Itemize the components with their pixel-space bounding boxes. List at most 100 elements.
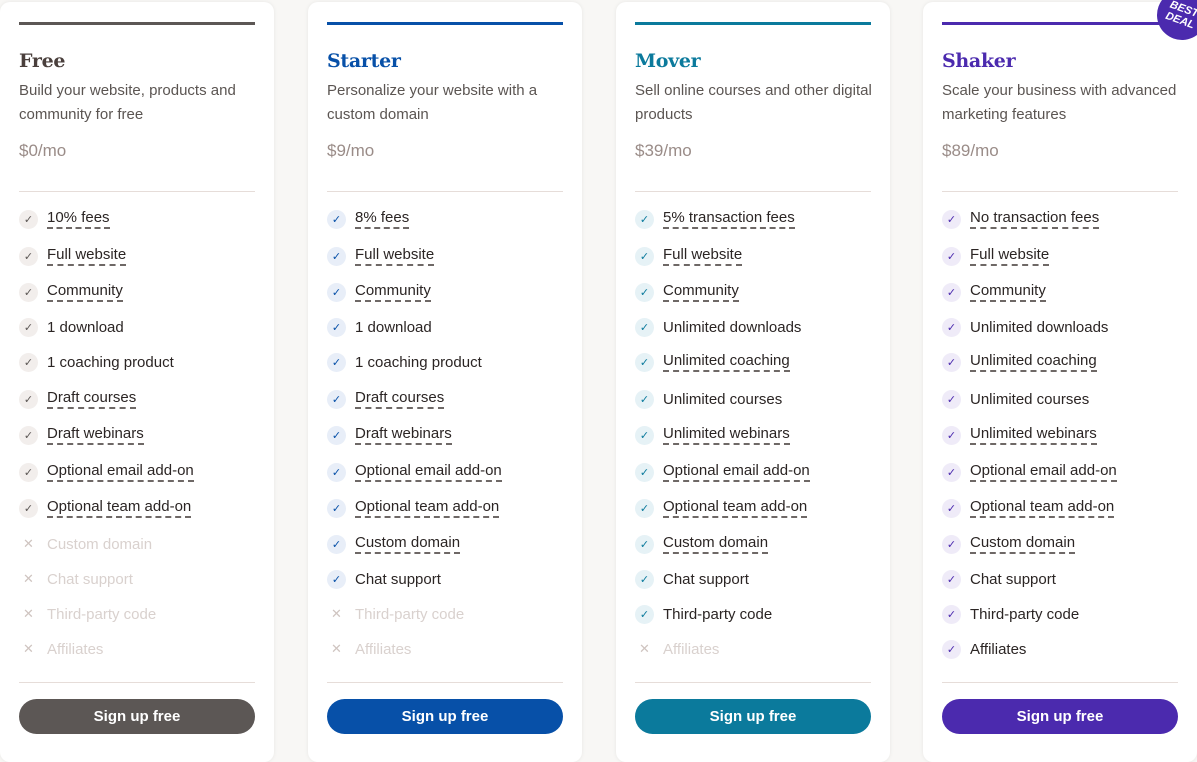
feature-item[interactable]: ✓ Full website: [19, 243, 127, 269]
check-icon: ✓: [942, 604, 961, 624]
feature-item[interactable]: ✓ Draft courses: [19, 386, 137, 412]
feature-tooltip-label[interactable]: Optional team add-on: [355, 498, 500, 518]
feature-tooltip-label[interactable]: Draft webinars: [355, 425, 452, 445]
feature-label: Third-party code: [970, 605, 1080, 623]
feature-item: ✓ Unlimited courses: [635, 386, 782, 412]
feature-tooltip-label[interactable]: 10% fees: [47, 209, 110, 229]
check-icon: ✓: [19, 209, 38, 229]
feature-item[interactable]: ✓ Full website: [327, 243, 435, 269]
feature-item: ✓ Chat support: [327, 566, 441, 592]
feature-item[interactable]: ✓ Unlimited webinars: [942, 422, 1097, 448]
feature-tooltip-label[interactable]: Unlimited webinars: [663, 425, 790, 445]
feature-item[interactable]: ✓ Custom domain: [942, 531, 1076, 557]
feature-tooltip-label[interactable]: Community: [355, 282, 431, 302]
feature-item[interactable]: ✓ Optional email add-on: [19, 459, 194, 485]
check-icon: ✓: [942, 389, 961, 409]
feature-item[interactable]: ✓ Draft webinars: [19, 422, 144, 448]
feature-item[interactable]: ✓ Optional email add-on: [942, 459, 1117, 485]
sign-up-button[interactable]: Sign up free: [942, 699, 1178, 734]
feature-tooltip-label[interactable]: Optional email add-on: [355, 462, 502, 482]
feature-tooltip-label[interactable]: Full website: [663, 246, 743, 266]
check-icon: ✓: [327, 209, 346, 229]
feature-item[interactable]: ✓ 10% fees: [19, 206, 110, 232]
feature-tooltip-label[interactable]: Optional email add-on: [47, 462, 194, 482]
plan-accent-bar: [19, 22, 255, 25]
feature-item[interactable]: ✓ Optional email add-on: [635, 459, 810, 485]
check-icon: ✓: [327, 352, 346, 372]
feature-tooltip-label[interactable]: Custom domain: [663, 534, 769, 554]
feature-item[interactable]: ✓ Optional team add-on: [327, 495, 500, 521]
feature-tooltip-label[interactable]: Draft webinars: [47, 425, 144, 445]
sign-up-button[interactable]: Sign up free: [19, 699, 255, 734]
feature-tooltip-label[interactable]: 5% transaction fees: [663, 209, 795, 229]
feature-item[interactable]: ✓ Draft courses: [327, 386, 445, 412]
feature-item[interactable]: ✓ Unlimited coaching: [635, 349, 790, 375]
feature-tooltip-label[interactable]: Community: [47, 282, 123, 302]
sign-up-button[interactable]: Sign up free: [635, 699, 871, 734]
check-icon: ✓: [19, 425, 38, 445]
feature-tooltip-label[interactable]: Custom domain: [355, 534, 461, 554]
cross-icon: ✕: [23, 571, 34, 586]
feature-item[interactable]: ✓ Community: [19, 279, 123, 305]
check-icon: ✓: [942, 462, 961, 482]
feature-item[interactable]: ✓ Community: [635, 279, 739, 305]
feature-tooltip-label[interactable]: Full website: [47, 246, 127, 266]
feature-item[interactable]: ✓ Full website: [635, 243, 743, 269]
feature-item[interactable]: ✓ Unlimited coaching: [942, 349, 1097, 375]
feature-item: ✕ Custom domain: [19, 531, 152, 557]
check-icon: ✓: [327, 462, 346, 482]
feature-item[interactable]: ✓ Unlimited webinars: [635, 422, 790, 448]
check-icon: ✓: [942, 282, 961, 302]
feature-tooltip-label[interactable]: Full website: [970, 246, 1050, 266]
feature-label: Third-party code: [663, 605, 773, 623]
feature-tooltip-label[interactable]: 8% fees: [355, 209, 410, 229]
feature-tooltip-label[interactable]: Optional team add-on: [663, 498, 808, 518]
feature-item[interactable]: ✓ Optional team add-on: [19, 495, 192, 521]
plan-name: Free: [19, 50, 66, 72]
check-icon: ✓: [635, 425, 654, 445]
plan-description: Personalize your website with a custom d…: [327, 82, 538, 123]
plan-description: Sell online courses and other digital pr…: [635, 82, 872, 123]
feature-tooltip-label[interactable]: Optional email add-on: [970, 462, 1117, 482]
feature-item[interactable]: ✓ Community: [327, 279, 431, 305]
feature-tooltip-label[interactable]: Optional team add-on: [47, 498, 192, 518]
feature-item[interactable]: ✓ 5% transaction fees: [635, 206, 795, 232]
check-icon: ✓: [942, 498, 961, 518]
feature-tooltip-label[interactable]: Unlimited coaching: [970, 352, 1097, 372]
feature-item: ✓ Unlimited downloads: [942, 314, 1108, 340]
feature-item[interactable]: ✓ Custom domain: [635, 531, 769, 557]
feature-tooltip-label[interactable]: No transaction fees: [970, 209, 1100, 229]
plan-card-shaker: Shaker Scale your business with advanced …: [923, 0, 1197, 762]
check-icon: ✓: [327, 389, 346, 409]
feature-tooltip-label[interactable]: Optional email add-on: [663, 462, 810, 482]
feature-tooltip-label[interactable]: Full website: [355, 246, 435, 266]
feature-item[interactable]: ✓ 8% fees: [327, 206, 410, 232]
feature-item[interactable]: ✓ Draft webinars: [327, 422, 452, 448]
feature-item: ✓ 1 coaching product: [19, 349, 174, 375]
check-icon: ✓: [942, 209, 961, 229]
feature-item[interactable]: ✓ Custom domain: [327, 531, 461, 557]
check-icon: ✓: [635, 317, 654, 337]
feature-tooltip-label[interactable]: Community: [663, 282, 739, 302]
feature-item: ✓ Third-party code: [635, 601, 772, 627]
check-icon: ✓: [635, 569, 654, 589]
feature-tooltip-label[interactable]: Unlimited webinars: [970, 425, 1097, 445]
feature-item[interactable]: ✓ Optional team add-on: [942, 495, 1115, 521]
feature-label: Third-party code: [47, 605, 157, 623]
feature-tooltip-label[interactable]: Draft courses: [47, 389, 137, 409]
feature-label: 1 coaching product: [47, 353, 174, 371]
feature-label: 1 download: [355, 318, 432, 336]
feature-item[interactable]: ✓ Optional email add-on: [327, 459, 502, 485]
feature-tooltip-label[interactable]: Unlimited coaching: [663, 352, 790, 372]
plan-name: Shaker: [942, 50, 1016, 72]
feature-tooltip-label[interactable]: Custom domain: [970, 534, 1076, 554]
feature-item[interactable]: ✓ No transaction fees: [942, 206, 1100, 232]
sign-up-button[interactable]: Sign up free: [327, 699, 563, 734]
feature-item[interactable]: ✓ Full website: [942, 243, 1050, 269]
divider: [942, 682, 1178, 683]
feature-tooltip-label[interactable]: Community: [970, 282, 1046, 302]
feature-item[interactable]: ✓ Optional team add-on: [635, 495, 808, 521]
feature-tooltip-label[interactable]: Draft courses: [355, 389, 445, 409]
feature-item[interactable]: ✓ Community: [942, 279, 1046, 305]
feature-tooltip-label[interactable]: Optional team add-on: [970, 498, 1115, 518]
